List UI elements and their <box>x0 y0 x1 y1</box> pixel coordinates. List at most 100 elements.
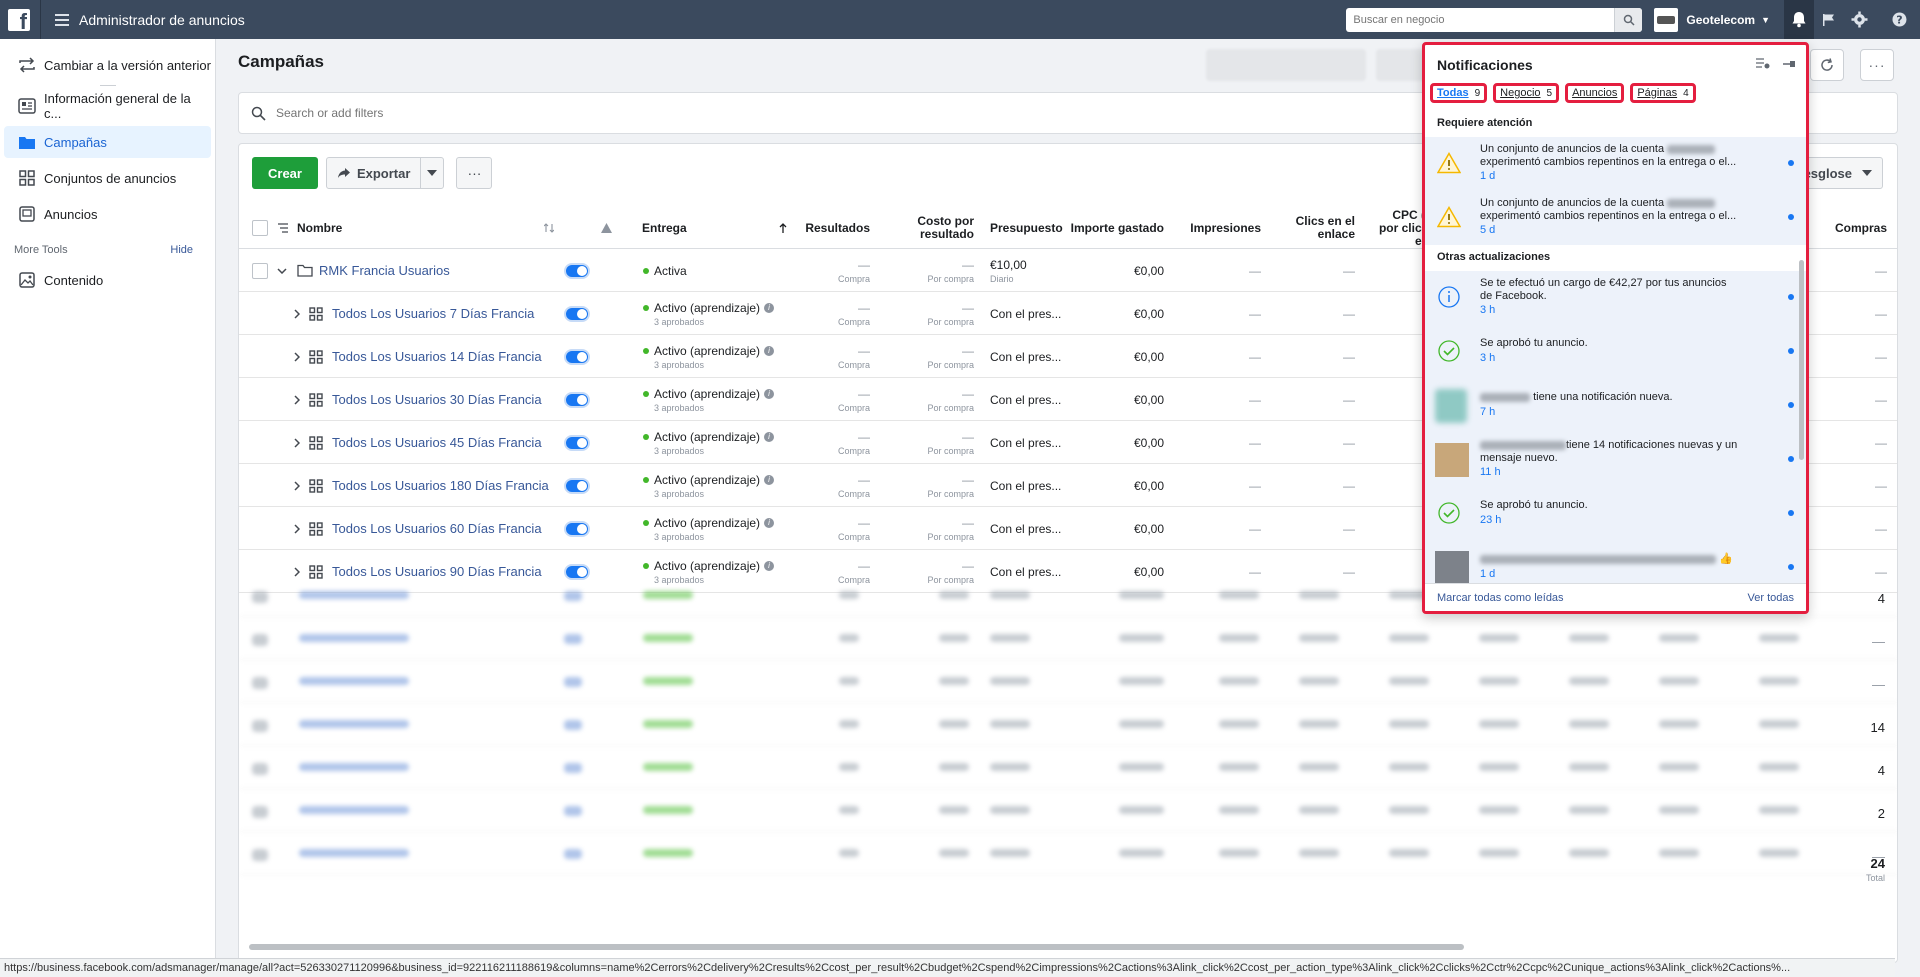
blurred-cell <box>1119 806 1164 814</box>
notification-time: 1 d <box>1480 568 1496 580</box>
adset-name-link[interactable]: Todos Los Usuarios 45 Días Francia <box>332 421 542 464</box>
select-all-checkbox[interactable] <box>252 208 268 248</box>
results-cell: — Compra <box>837 386 870 413</box>
adset-toggle[interactable] <box>564 421 590 464</box>
header-results[interactable]: Resultados <box>779 208 870 248</box>
user-avatar <box>1435 551 1469 585</box>
blurred-cell <box>1389 849 1429 857</box>
adset-toggle[interactable] <box>564 292 590 335</box>
blurred-cell <box>839 806 859 814</box>
refresh-button[interactable] <box>1810 49 1844 81</box>
hide-link[interactable]: Hide <box>170 244 193 256</box>
tab-all[interactable]: Todas 9 <box>1430 83 1488 103</box>
notification-item[interactable]: tiene 14 notificaciones nuevas y un mens… <box>1425 433 1806 487</box>
header-delivery[interactable]: Entrega <box>642 208 687 248</box>
header-impressions[interactable]: Impresiones <box>1169 208 1261 248</box>
row-checkbox[interactable] <box>252 249 268 292</box>
search-icon <box>251 106 266 121</box>
chevron-down-icon[interactable] <box>277 249 287 292</box>
gear-icon[interactable] <box>1844 0 1874 39</box>
notifications-bell-icon[interactable] <box>1784 0 1814 39</box>
horizontal-scrollbar[interactable] <box>249 944 1464 950</box>
campaign-toggle[interactable] <box>564 249 590 292</box>
chevron-right-icon[interactable] <box>294 292 300 335</box>
adset-name-link[interactable]: Todos Los Usuarios 180 Días Francia <box>332 464 549 507</box>
chevron-right-icon[interactable] <box>294 421 300 464</box>
page-avatar <box>1435 443 1469 477</box>
filter-search-input[interactable] <box>276 106 876 120</box>
adset-name-link[interactable]: Todos Los Usuarios 60 Días Francia <box>332 507 542 550</box>
blurred-header-control[interactable] <box>1206 49 1366 81</box>
notification-item[interactable]: Se aprobó tu anuncio. 23 h <box>1425 487 1806 541</box>
info-icon <box>1435 283 1463 311</box>
mark-all-read-link[interactable]: Marcar todas como leídas <box>1437 592 1564 604</box>
sidebar-item-adsets[interactable]: Conjuntos de anuncios <box>4 162 211 194</box>
impressions-cell: — <box>1249 521 1261 536</box>
notification-item[interactable]: Un conjunto de anuncios de la cuenta exp… <box>1425 191 1806 245</box>
header-link-clicks[interactable]: Clics en el enlace <box>1269 208 1355 248</box>
adset-name-link[interactable]: Todos Los Usuarios 7 Días Francia <box>332 292 534 335</box>
see-all-link[interactable]: Ver todas <box>1748 592 1794 604</box>
notification-item[interactable]: Se aprobó tu anuncio. 3 h <box>1425 325 1806 379</box>
business-search-input[interactable] <box>1346 8 1615 31</box>
notification-item[interactable]: Se te efectuó un cargo de €42,27 por tus… <box>1425 271 1806 325</box>
help-icon[interactable]: ? <box>1884 0 1914 39</box>
header-cost-per-result[interactable]: Costo por resultado <box>879 208 974 248</box>
purchases-cell: — <box>1875 306 1887 321</box>
swap-arrows-icon <box>18 56 36 74</box>
sidebar-item-content[interactable]: Contenido <box>4 264 211 296</box>
header-name[interactable]: Nombre <box>297 208 342 248</box>
sidebar-item-campaigns[interactable]: Campañas <box>4 126 211 158</box>
header-budget[interactable]: Presupuesto <box>990 208 1063 248</box>
adset-toggle[interactable] <box>564 507 590 550</box>
account-switcher[interactable]: Geotelecom ▼ <box>1654 7 1770 32</box>
create-button[interactable]: Crear <box>252 157 318 189</box>
notification-item[interactable]: Un conjunto de anuncios de la cuenta exp… <box>1425 137 1806 191</box>
campaign-name-link[interactable]: RMK Francia Usuarios <box>319 249 450 292</box>
purchases-value: — <box>1872 677 1885 692</box>
adset-toggle[interactable] <box>564 464 590 507</box>
notification-item[interactable]: tiene una notificación nueva. 7 h <box>1425 379 1806 433</box>
chevron-right-icon[interactable] <box>294 507 300 550</box>
notification-settings-icon[interactable] <box>1756 57 1770 72</box>
blurred-cell <box>252 763 268 775</box>
pin-icon[interactable] <box>1782 57 1796 72</box>
clicks-cell: — <box>1343 392 1355 407</box>
export-button[interactable]: Exportar <box>327 158 422 188</box>
more-actions-button[interactable]: ··· <box>456 157 493 189</box>
adset-name-link[interactable]: Todos Los Usuarios 14 Días Francia <box>332 335 542 378</box>
sort-icon[interactable] <box>544 208 554 248</box>
notification-item[interactable]: 👍 1 d <box>1425 541 1806 589</box>
export-dropdown-caret[interactable] <box>421 158 443 188</box>
budget-cell: Con el pres... <box>990 392 1062 407</box>
sidebar-item-account-overview[interactable]: Información general de la c... <box>4 90 211 122</box>
more-options-button[interactable]: ··· <box>1860 49 1894 81</box>
flag-icon[interactable] <box>1814 0 1844 39</box>
notifications-scrollbar[interactable] <box>1799 260 1804 460</box>
sidebar-item-switch-version[interactable]: Cambiar a la versión anterior <box>4 49 211 81</box>
blurred-cell <box>643 677 693 685</box>
sidebar-item-ads[interactable]: Anuncios <box>4 198 211 230</box>
facebook-logo[interactable]: f <box>8 8 30 32</box>
blurred-cell <box>1299 591 1339 599</box>
blurred-cell <box>1389 806 1429 814</box>
chevron-right-icon[interactable] <box>294 464 300 507</box>
header-purchases[interactable]: Compras <box>1835 208 1887 248</box>
column-settings-icon[interactable] <box>277 208 289 248</box>
chevron-right-icon[interactable] <box>294 335 300 378</box>
notification-text: Se aprobó tu anuncio. <box>1480 337 1588 349</box>
tab-business[interactable]: Negocio 5 <box>1493 83 1560 103</box>
blurred-cell <box>252 849 268 861</box>
tab-pages[interactable]: Páginas 4 <box>1630 83 1696 103</box>
purchases-cell: — <box>1875 521 1887 536</box>
search-icon[interactable] <box>1614 7 1643 32</box>
blurred-cell <box>990 634 1030 642</box>
header-amount-spent[interactable]: Importe gastado <box>1069 208 1164 248</box>
blurred-cell <box>939 763 969 771</box>
tab-ads[interactable]: Anuncios <box>1565 83 1625 103</box>
menu-icon[interactable] <box>55 13 69 26</box>
adset-toggle[interactable] <box>564 335 590 378</box>
chevron-right-icon[interactable] <box>294 378 300 421</box>
adset-name-link[interactable]: Todos Los Usuarios 30 Días Francia <box>332 378 542 421</box>
adset-toggle[interactable] <box>564 378 590 421</box>
